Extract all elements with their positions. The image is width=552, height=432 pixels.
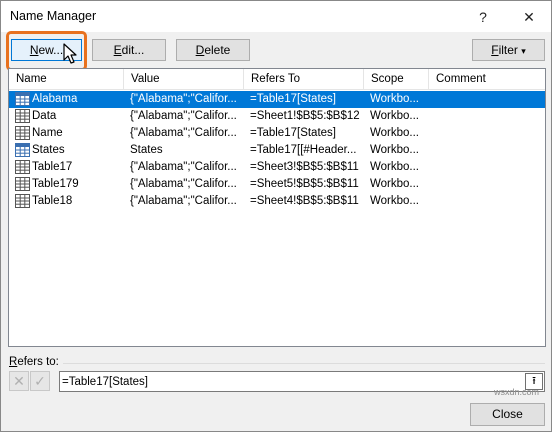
- confirm-edit-icon[interactable]: ✓: [30, 371, 50, 391]
- refers-to-cell: =Sheet5!$B$5:$B$11: [250, 178, 359, 190]
- range-icon: [15, 177, 30, 191]
- table-icon: [15, 143, 30, 157]
- table-icon: [15, 92, 30, 106]
- scope-cell: Workbo...: [370, 127, 419, 139]
- names-list[interactable]: Name Value Refers To Scope Comment Alaba…: [8, 68, 546, 347]
- value-cell: {"Alabama";"Califor...: [130, 195, 237, 207]
- table-row[interactable]: States States =Table17[[#Header... Workbo..…: [9, 142, 545, 159]
- divider: [63, 363, 545, 364]
- scope-cell: Workbo...: [370, 93, 419, 105]
- comment-cell: [435, 125, 535, 142]
- table-row[interactable]: Alabama {"Alabama";"Califor... =Table17[St…: [9, 91, 545, 108]
- comment-cell: [435, 176, 535, 193]
- value-cell: {"Alabama";"Califor...: [130, 93, 237, 105]
- help-icon[interactable]: ?: [473, 7, 493, 27]
- filter-button-label: ilter: [498, 43, 518, 57]
- comment-cell: [435, 108, 535, 125]
- delete-button[interactable]: Delete: [176, 39, 250, 61]
- value-cell: {"Alabama";"Califor...: [130, 178, 237, 190]
- refers-to-cell: =Table17[States]: [250, 93, 336, 105]
- refers-to-input[interactable]: [62, 373, 522, 390]
- window-title: Name Manager: [10, 9, 97, 23]
- column-header-comment[interactable]: Comment: [429, 69, 545, 90]
- comment-cell: [435, 159, 535, 176]
- value-cell: {"Alabama";"Califor...: [130, 127, 237, 139]
- refers-to-cell: =Table17[States]: [250, 127, 336, 139]
- name-cell: Data: [32, 110, 57, 122]
- name-cell: Table17: [32, 161, 73, 173]
- column-header-name[interactable]: Name: [9, 69, 124, 90]
- range-icon: [15, 109, 30, 123]
- edit-button[interactable]: Edit...: [92, 39, 166, 61]
- column-header-value[interactable]: Value: [124, 69, 244, 90]
- table-row[interactable]: Table179 {"Alabama";"Califor... =Sheet5!$B…: [9, 176, 545, 193]
- table-row[interactable]: Table17 {"Alabama";"Califor... =Sheet3!$B$…: [9, 159, 545, 176]
- chevron-down-icon: ▾: [521, 46, 526, 56]
- edit-button-label-accel: E: [113, 43, 122, 57]
- name-cell: Table179: [32, 178, 79, 190]
- scope-cell: Workbo...: [370, 178, 419, 190]
- column-header-scope[interactable]: Scope: [364, 69, 429, 90]
- table-row[interactable]: Table18 {"Alabama";"Califor... =Sheet4!$B$…: [9, 193, 545, 210]
- close-button[interactable]: Close: [470, 403, 545, 426]
- table-row[interactable]: Data {"Alabama";"Califor... =Sheet1!$B$5:$…: [9, 108, 545, 125]
- edit-button-label: dit...: [121, 43, 145, 57]
- name-cell: Alabama: [32, 93, 78, 105]
- title-bar: Name Manager ? ✕: [1, 1, 551, 32]
- value-cell: States: [130, 144, 163, 156]
- scope-cell: Workbo...: [370, 161, 419, 173]
- scope-cell: Workbo...: [370, 110, 419, 122]
- range-icon: [15, 126, 30, 140]
- comment-cell: [435, 91, 535, 108]
- close-icon[interactable]: ✕: [519, 7, 539, 27]
- filter-button-label-accel: F: [491, 43, 499, 57]
- list-header: Name Value Refers To Scope Comment: [9, 69, 545, 90]
- name-cell: States: [32, 144, 65, 156]
- value-cell: {"Alabama";"Califor...: [130, 110, 237, 122]
- column-header-refers-to[interactable]: Refers To: [244, 69, 364, 90]
- refers-to-cell: =Sheet1!$B$5:$B$12: [250, 110, 360, 122]
- table-row[interactable]: Name {"Alabama";"Califor... =Table17[State…: [9, 125, 545, 142]
- delete-button-label: elete: [204, 43, 231, 57]
- value-cell: {"Alabama";"Califor...: [130, 161, 237, 173]
- name-manager-dialog: Name Manager ? ✕ New... Edit... Delete F…: [0, 0, 552, 432]
- refers-to-label: Refers to:: [9, 356, 59, 368]
- refers-to-cell: =Sheet3!$B$5:$B$11: [250, 161, 359, 173]
- cancel-edit-icon[interactable]: ✕: [9, 371, 29, 391]
- range-icon: [15, 194, 30, 208]
- watermark: wsxdn.com: [494, 387, 540, 397]
- comment-cell: [435, 193, 535, 210]
- delete-button-label-accel: D: [195, 43, 205, 57]
- filter-button[interactable]: Filter ▾: [472, 39, 545, 61]
- refers-to-cell: =Sheet4!$B$5:$B$11: [250, 195, 359, 207]
- new-button-label: ew...: [38, 43, 64, 57]
- comment-cell: [435, 142, 535, 159]
- scope-cell: Workbo...: [370, 195, 419, 207]
- scope-cell: Workbo...: [370, 144, 419, 156]
- mouse-cursor-icon: [63, 43, 77, 64]
- refers-to-cell: =Table17[[#Header...: [250, 144, 357, 156]
- name-cell: Table18: [32, 195, 73, 207]
- name-cell: Name: [32, 127, 63, 139]
- range-icon: [15, 160, 30, 174]
- refers-to-field[interactable]: ⭱: [59, 371, 545, 392]
- refers-to-label-text: efers to:: [17, 356, 59, 368]
